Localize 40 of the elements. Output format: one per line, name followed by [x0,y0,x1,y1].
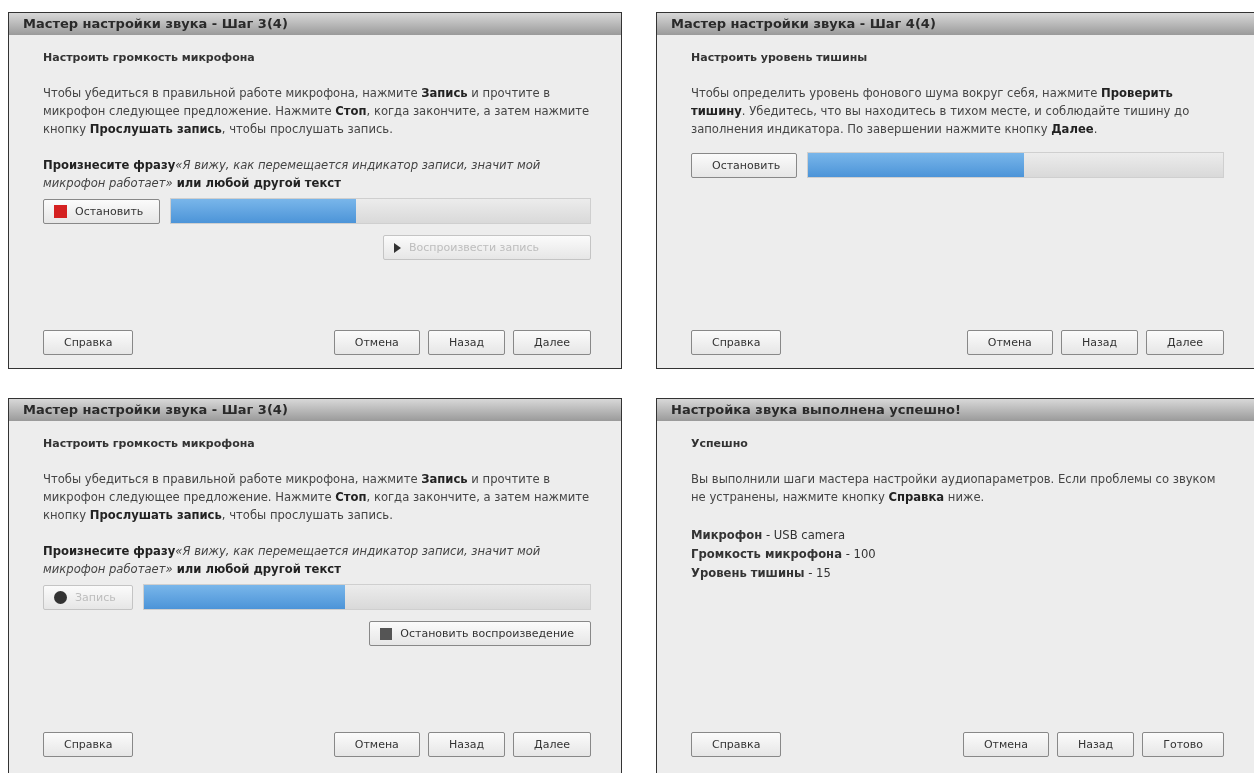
dialog-button[interactable]: Отмена [333,330,420,355]
section-heading: Настроить уровень тишины [691,51,869,64]
record-icon [54,590,67,604]
dialog-button[interactable]: Далее [513,330,591,355]
dialog-button[interactable]: Справка [43,330,134,355]
section-heading: Успешно [691,437,749,450]
instruction-text: Вы выполнили шаги мастера настройки аудиопараметров. Если проблемы со звуком не устранены, нажмите кнопку Справка ниже. [691,471,1217,506]
instruction-text: Чтобы убедиться в правильной работе микрофона, нажмите Запись и прочтите в микрофон следующее предложение. Нажмите Стоп, когда закончите, а затем нажмите кнопку Прослушать запись, чтобы прослушать запись. [43,85,591,138]
window-title: Мастер настройки звука - Шаг 3(4) [9,13,621,35]
dialog-button[interactable]: Справка [691,330,782,355]
dialog-button[interactable]: Назад [427,732,506,757]
dialog-button[interactable]: Отмена [333,732,420,757]
dialog-button[interactable]: Назад [1057,732,1135,757]
dialog-button[interactable]: Отмена [962,732,1049,757]
dialog-button[interactable]: Отмена [966,330,1053,355]
window-title: Мастер настройки звука - Шаг 3(4) [9,399,621,421]
stop-button[interactable]: Остановить [691,152,798,178]
instruction-text: Чтобы определить уровень фонового шума вокруг себя, нажмите Проверить тишину. Убедитесь, что вы находитесь в тихом месте, и соблюдайте тишину до заполнения индикатора. По завершении нажмите кнопку Далее. [691,85,1191,138]
window-title: Настройка звука выполнена успешно! [657,399,1254,421]
stop-button[interactable]: Остановить воспроизведение [369,621,591,646]
dialog-button[interactable]: Назад [1060,330,1139,355]
section-heading: Настроить громкость микрофона [43,437,256,450]
dialog-button[interactable]: Готово [1142,732,1224,757]
stop-icon [380,627,393,640]
phrase-text: Произнесите фразу«Я вижу, как перемещается индикатор записи, значит мой микрофон работает» или любой другой текст [43,543,542,578]
stop-button[interactable]: Остановить [43,198,161,224]
summary-line: Громкость микрофона - 100 [691,546,877,563]
play-icon [394,242,401,253]
instruction-text: Чтобы убедиться в правильной работе микрофона, нажмите Запись и прочтите в микрофон следующее предложение. Нажмите Стоп, когда закончите, а затем нажмите кнопку Прослушать запись, чтобы прослушать запись. [43,471,591,524]
stop-icon [54,204,67,218]
dialog-button[interactable]: Справка [43,732,134,757]
dialog-button[interactable]: Далее [1146,330,1224,355]
dialog-button[interactable]: Справка [691,732,782,757]
summary-line: Микрофон - USB camera [691,527,847,544]
window-title: Мастер настройки звука - Шаг 4(4) [657,13,1254,35]
dialog-button[interactable]: Далее [513,732,591,757]
dialog-button[interactable]: Назад [427,330,506,355]
summary-line: Уровень тишины - 15 [691,565,832,582]
phrase-text: Произнесите фразу«Я вижу, как перемещается индикатор записи, значит мой микрофон работает» или любой другой текст [43,157,542,192]
section-heading: Настроить громкость микрофона [43,51,256,64]
